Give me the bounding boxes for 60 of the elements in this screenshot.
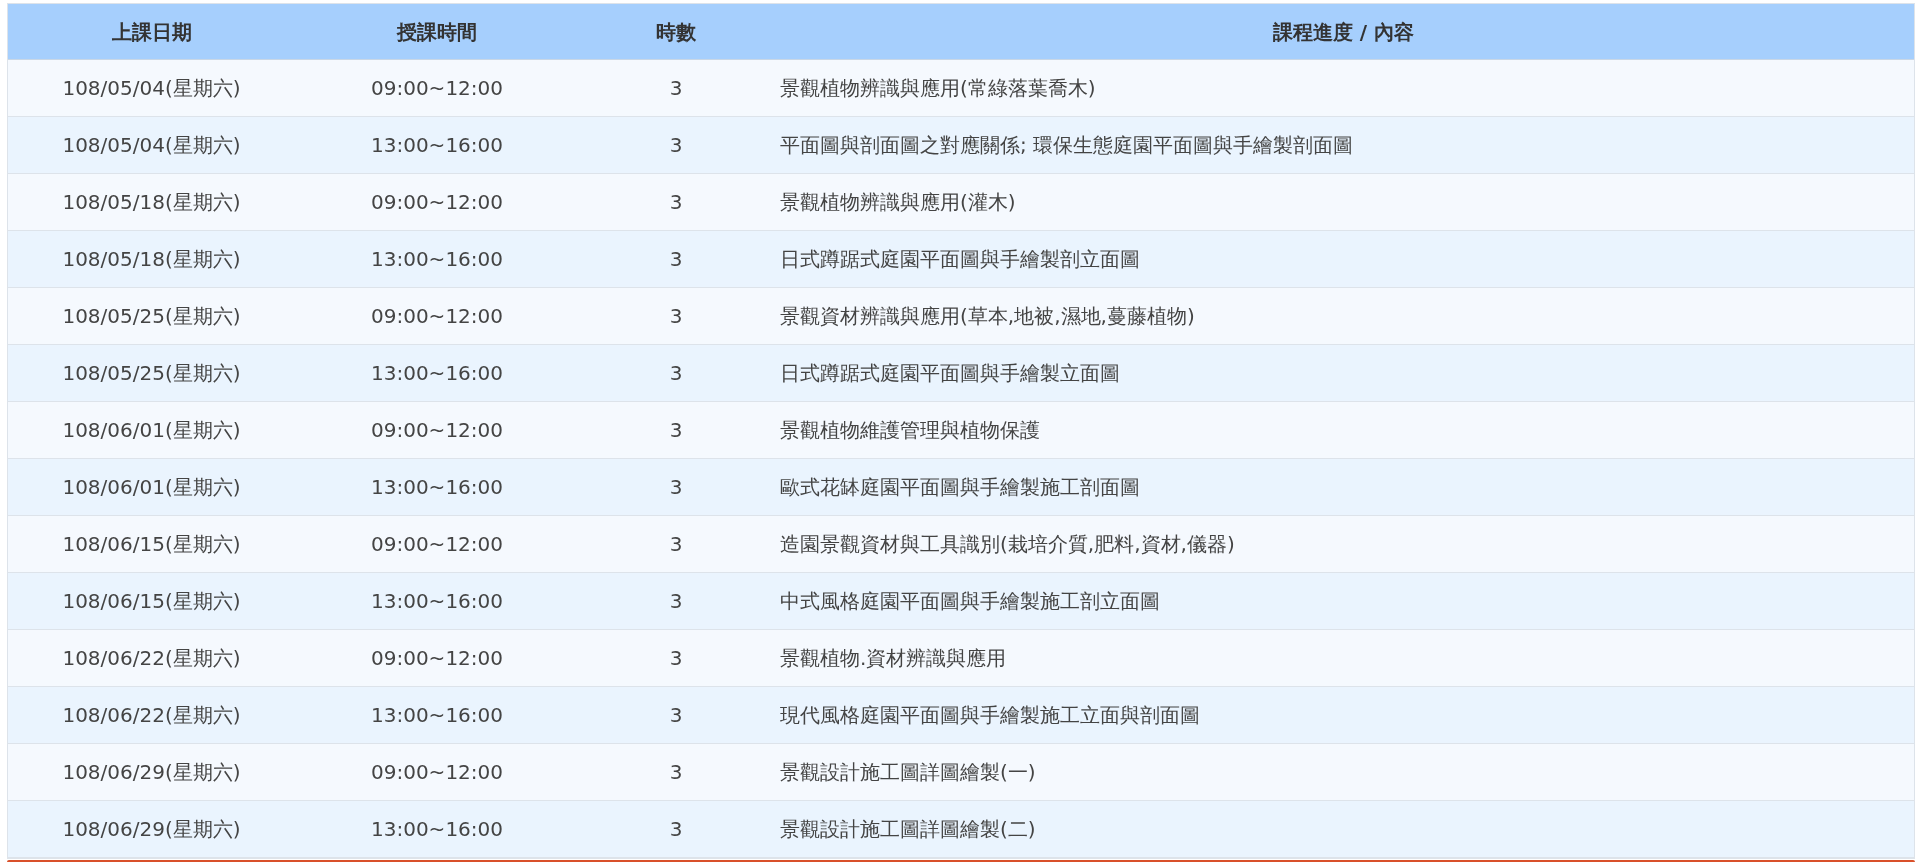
table-cell-text: 3 [669,132,683,159]
table-cell-text: 108/05/25(星期六) [62,303,241,330]
table-cell-text: 13:00~16:00 [371,246,503,273]
table-cell-text: 3 [669,474,683,501]
table-cell-text: 13:00~16:00 [371,474,503,501]
table-cell-text: 景觀植物辨識與應用(灌木) [780,189,1016,216]
column-header: 時數 [656,18,696,46]
table-cell-text: 13:00~16:00 [371,588,503,615]
table-cell-text: 3 [669,645,683,672]
table-cell-text: 09:00~12:00 [371,759,503,786]
table-cell-text: 108/06/29(星期六) [62,759,241,786]
table-cell-text: 3 [669,303,683,330]
table-cell-text: 3 [669,417,683,444]
table-cell-text: 09:00~12:00 [371,531,503,558]
table-cell-text: 景觀資材辨識與應用(草本,地被,濕地,蔓藤植物) [780,303,1195,330]
table-cell-text: 13:00~16:00 [371,360,503,387]
table-cell-text: 景觀植物維護管理與植物保護 [780,417,1040,444]
table-cell-text: 108/06/01(星期六) [62,417,241,444]
table-cell-text: 景觀設計施工圖詳圖繪製(一) [780,759,1036,786]
table-cell-text: 3 [669,702,683,729]
table-cell-text: 歐式花缽庭園平面圖與手繪製施工剖面圖 [780,474,1140,501]
table-cell-text: 09:00~12:00 [371,189,503,216]
table-cell-text: 3 [669,759,683,786]
table-cell-text: 108/06/29(星期六) [62,816,241,843]
column-header: 課程進度 / 內容 [1272,18,1415,46]
table-cell-text: 3 [669,531,683,558]
table-cell-text: 108/06/22(星期六) [62,702,241,729]
table-cell-text: 108/05/04(星期六) [62,75,241,102]
table-cell-text: 中式風格庭園平面圖與手繪製施工剖立面圖 [780,588,1160,615]
table-cell-text: 3 [669,360,683,387]
table-cell-text: 108/06/15(星期六) [62,588,241,615]
table-cell-text: 09:00~12:00 [371,303,503,330]
table-cell-text: 3 [669,189,683,216]
table-cell-text: 日式蹲踞式庭園平面圖與手繪製剖立面圖 [780,246,1140,273]
table-cell-text: 景觀植物辨識與應用(常綠落葉喬木) [780,75,1096,102]
table-cell-text: 造園景觀資材與工具識別(栽培介質,肥料,資材,儀器) [780,531,1235,558]
table-cell-text: 13:00~16:00 [371,702,503,729]
column-header: 授課時間 [397,18,477,46]
table-cell-text: 09:00~12:00 [371,645,503,672]
table-cell-text: 09:00~12:00 [371,75,503,102]
table-cell-text: 09:00~12:00 [371,417,503,444]
table-cell-text: 13:00~16:00 [371,132,503,159]
column-header: 上課日期 [111,18,192,46]
table-cell-text: 108/06/22(星期六) [62,645,241,672]
table-cell-text: 平面圖與剖面圖之對應關係; 環保生態庭園平面圖與手繪製剖面圖 [780,132,1354,159]
table-cell-text: 13:00~16:00 [371,816,503,843]
table-cell-text: 108/05/25(星期六) [62,360,241,387]
table-cell-text: 108/06/15(星期六) [62,531,241,558]
table-cell-text: 108/06/01(星期六) [62,474,241,501]
table-cell-text: 景觀植物.資材辨識與應用 [780,645,1007,672]
table-cell-text: 3 [669,588,683,615]
table-cell-text: 3 [669,816,683,843]
table-cell-text: 日式蹲踞式庭園平面圖與手繪製立面圖 [780,360,1120,387]
table-cell-text: 108/05/18(星期六) [62,246,241,273]
table-cell-text: 景觀設計施工圖詳圖繪製(二) [780,816,1036,843]
table-cell-text: 3 [669,246,683,273]
table-cell-text: 108/05/18(星期六) [62,189,241,216]
table-cell-text: 108/05/04(星期六) [62,132,241,159]
table-cell-text: 3 [669,75,683,102]
table-cell-text: 現代風格庭園平面圖與手繪製施工立面與剖面圖 [780,702,1200,729]
